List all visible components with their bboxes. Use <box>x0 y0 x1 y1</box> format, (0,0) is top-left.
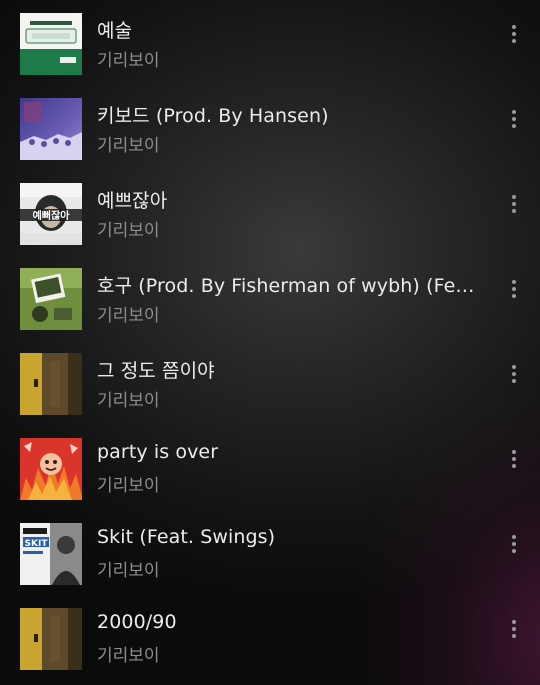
track-artist: 기리보이 <box>97 51 160 71</box>
album-cover-white-green-icon <box>20 13 82 75</box>
album-cover-yellow-door-icon <box>20 353 82 415</box>
track-title: Skit (Feat. Swings) <box>97 526 276 548</box>
album-art <box>20 608 82 670</box>
vertical-ellipsis-icon <box>512 535 516 539</box>
vertical-ellipsis-icon <box>512 280 516 284</box>
track-title: 2000/90 <box>97 611 177 633</box>
album-art <box>20 438 82 500</box>
album-cover-skit-icon: SKIT <box>20 523 82 585</box>
track-row[interactable]: 호구 (Prod. By Fisherman of wybh) (Feat. …… <box>0 255 540 340</box>
more-options-button[interactable] <box>504 615 524 643</box>
vertical-ellipsis-icon <box>512 365 516 369</box>
album-art <box>20 13 82 75</box>
album-cover-portrait-text-icon: 예뻐잖아 <box>20 183 82 245</box>
track-artist: 기리보이 <box>97 391 160 411</box>
track-row[interactable]: 그 정도 쯤이야 기리보이 <box>0 340 540 425</box>
track-row[interactable]: 예술 기리보이 <box>0 0 540 85</box>
track-artist: 기리보이 <box>97 306 160 326</box>
track-row[interactable]: 예뻐잖아 예쁘잖아 기리보이 <box>0 170 540 255</box>
track-artist: 기리보이 <box>97 221 160 241</box>
track-row[interactable]: 키보드 (Prod. By Hansen) 기리보이 <box>0 85 540 170</box>
track-artist: 기리보이 <box>97 136 160 156</box>
album-cover-red-flame-icon <box>20 438 82 500</box>
vertical-ellipsis-icon <box>512 450 516 454</box>
more-options-button[interactable] <box>504 20 524 48</box>
track-row[interactable]: SKIT Skit (Feat. Swings) 기리보이 <box>0 510 540 595</box>
track-row[interactable]: party is over 기리보이 <box>0 425 540 510</box>
vertical-ellipsis-icon <box>512 110 516 114</box>
track-artist: 기리보이 <box>97 561 160 581</box>
more-options-button[interactable] <box>504 530 524 558</box>
album-art-text: 예뻐잖아 <box>33 209 71 222</box>
track-title: party is over <box>97 441 219 463</box>
track-title: 호구 (Prod. By Fisherman of wybh) (Feat. … <box>97 275 482 297</box>
track-artist: 기리보이 <box>97 476 160 496</box>
album-cover-purple-crowd-icon <box>20 98 82 160</box>
vertical-ellipsis-icon <box>512 620 516 624</box>
vertical-ellipsis-icon <box>512 25 516 29</box>
track-title: 키보드 (Prod. By Hansen) <box>97 105 329 127</box>
more-options-button[interactable] <box>504 190 524 218</box>
track-title: 그 정도 쯤이야 <box>97 360 215 382</box>
more-options-button[interactable] <box>504 105 524 133</box>
track-title: 예쁘잖아 <box>97 190 168 212</box>
album-art <box>20 98 82 160</box>
track-title: 예술 <box>97 20 133 42</box>
album-art: SKIT <box>20 523 82 585</box>
more-options-button[interactable] <box>504 275 524 303</box>
album-art: 예뻐잖아 <box>20 183 82 245</box>
album-cover-yellow-door-icon <box>20 608 82 670</box>
album-art <box>20 353 82 415</box>
album-art-text: SKIT <box>25 539 49 549</box>
track-row[interactable]: 2000/90 기리보이 <box>0 595 540 680</box>
more-options-button[interactable] <box>504 360 524 388</box>
album-cover-green-photo-icon <box>20 268 82 330</box>
more-options-button[interactable] <box>504 445 524 473</box>
album-art <box>20 268 82 330</box>
track-list: 예술 기리보이 키보드 (Prod. By Hansen) 기리보이 예뻐잖아 … <box>0 0 540 685</box>
vertical-ellipsis-icon <box>512 195 516 199</box>
track-artist: 기리보이 <box>97 646 160 666</box>
